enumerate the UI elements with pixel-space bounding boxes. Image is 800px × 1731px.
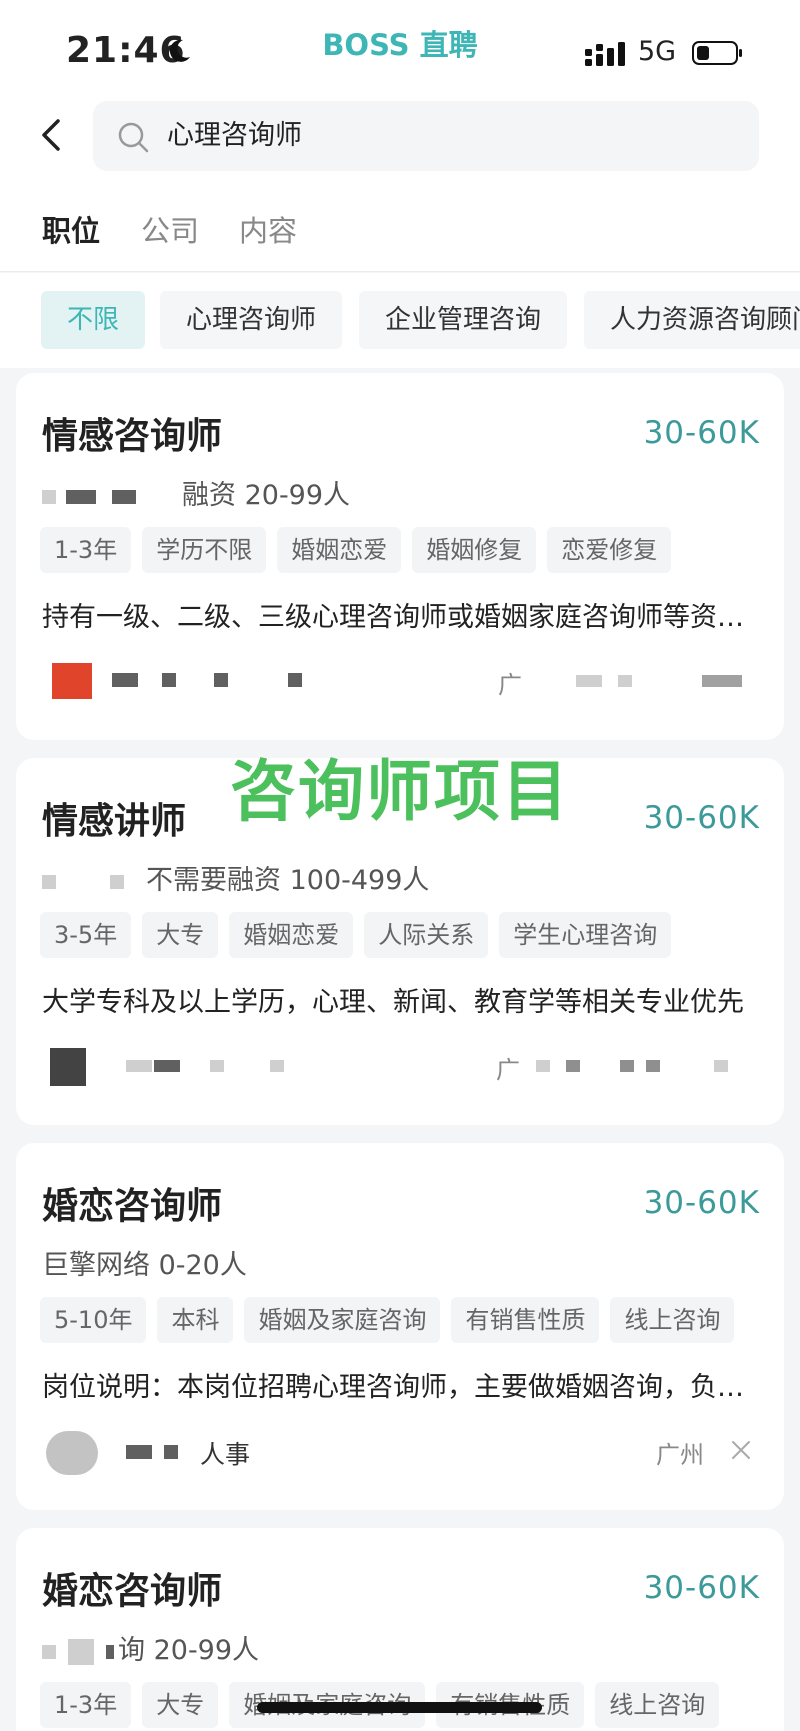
tab-jobs[interactable]: 职位 bbox=[42, 208, 100, 250]
job-tag: 有销售性质 bbox=[451, 1297, 600, 1343]
company-info: 融资 20-99人 bbox=[182, 480, 351, 511]
tab-content[interactable]: 内容 bbox=[239, 208, 297, 250]
job-tag: 婚姻恋爱 bbox=[277, 527, 402, 573]
redacted-block bbox=[110, 874, 124, 889]
redacted-block bbox=[536, 1060, 550, 1072]
redacted-block bbox=[646, 1060, 660, 1072]
job-tag: 1-3年 bbox=[40, 527, 132, 573]
redacted-block bbox=[162, 673, 176, 687]
job-tag: 恋爱修复 bbox=[547, 527, 672, 573]
job-description: 持有一级、二级、三级心理咨询师或婚姻家庭咨询师等资格证书 bbox=[42, 602, 762, 633]
recruiter-row: 广 bbox=[42, 663, 762, 703]
redacted-block bbox=[66, 489, 96, 504]
tab-companies[interactable]: 公司 bbox=[141, 208, 199, 250]
job-title: 婚恋咨询师 bbox=[42, 1571, 223, 1612]
redacted-block bbox=[42, 489, 56, 504]
job-tag: 人际关系 bbox=[364, 912, 489, 958]
redacted-block bbox=[576, 675, 602, 687]
job-tag: 大专 bbox=[142, 1682, 219, 1728]
job-location: 广 bbox=[498, 671, 522, 699]
job-salary: 30-60K bbox=[643, 415, 760, 451]
job-title: 情感咨询师 bbox=[42, 416, 223, 457]
battery-icon bbox=[692, 41, 742, 65]
job-company: 融资 20-99人 bbox=[42, 473, 350, 512]
avatar bbox=[46, 1431, 98, 1475]
recruiter-name: 人事 bbox=[200, 1440, 251, 1469]
job-title: 婚恋咨询师 bbox=[42, 1186, 223, 1227]
job-card[interactable]: 情感咨询师 30-60K 融资 20-99人 1-3年 学历不限 婚姻恋爱 婚姻修复恋… bbox=[16, 373, 784, 740]
job-tag: 1-3年 bbox=[40, 1682, 132, 1728]
job-tags: 5-10年 本科 婚姻及家庭咨询 有销售性质 线上咨询 bbox=[40, 1297, 745, 1343]
filter-chip-all[interactable]: 不限 bbox=[41, 291, 146, 349]
filter-chip-mgmt-consulting[interactable]: 企业管理咨询 bbox=[359, 291, 568, 349]
recruiter-row: 人事 广州 bbox=[42, 1431, 762, 1475]
brand-logo: BOSS 直聘 bbox=[322, 28, 478, 62]
company-info: 询 20-99人 bbox=[118, 1635, 260, 1666]
job-card[interactable]: 婚恋咨询师 30-60K 巨擎网络 0-20人 5-10年 本科 婚姻及家庭咨询 有销… bbox=[16, 1143, 784, 1510]
job-tag: 线上咨询 bbox=[595, 1682, 720, 1728]
filter-chip-psych-counselor[interactable]: 心理咨询师 bbox=[160, 291, 343, 349]
redacted-block bbox=[68, 1638, 94, 1665]
job-description: 岗位说明：本岗位招聘心理咨询师，主要做婚姻咨询，负责客户 bbox=[42, 1372, 762, 1403]
close-icon[interactable] bbox=[730, 1439, 752, 1461]
redacted-block bbox=[214, 673, 228, 687]
tab-bar: 职位 公司 内容 bbox=[0, 180, 800, 272]
job-tag: 婚姻修复 bbox=[412, 527, 537, 573]
job-description: 大学专科及以上学历，心理、新闻、教育学等相关专业优先 bbox=[42, 987, 744, 1018]
redacted-block bbox=[154, 1060, 180, 1072]
filter-chip-hr-consulting[interactable]: 人力资源咨询顾问 bbox=[584, 291, 800, 349]
avatar bbox=[52, 663, 92, 699]
search-icon bbox=[118, 122, 149, 153]
back-arrow-icon[interactable] bbox=[36, 115, 66, 155]
signal-icon bbox=[585, 42, 625, 66]
company-info: 不需要融资 100-499人 bbox=[146, 865, 430, 896]
job-card[interactable]: 婚恋咨询师 30-60K 询 20-99人 1-3年大专婚姻及家庭咨询有销售性质… bbox=[16, 1528, 784, 1731]
job-tags: 3-5年 大专 婚姻恋爱 人际关系 学生心理咨询 bbox=[40, 912, 682, 958]
redacted-block bbox=[42, 1644, 56, 1659]
job-tag: 本科 bbox=[157, 1297, 234, 1343]
redacted-block bbox=[164, 1445, 178, 1459]
redacted-block bbox=[714, 1060, 728, 1072]
search-input[interactable] bbox=[167, 101, 727, 171]
watermark-text: 咨询师项目 bbox=[230, 753, 570, 830]
search-box[interactable] bbox=[93, 101, 759, 171]
network-label: 5G bbox=[638, 36, 677, 67]
job-tag: 婚姻及家庭咨询 bbox=[244, 1297, 441, 1343]
redacted-block bbox=[112, 673, 138, 687]
redacted-block bbox=[566, 1060, 580, 1072]
job-tag: 学生心理咨询 bbox=[499, 912, 672, 958]
job-salary: 30-60K bbox=[643, 1570, 760, 1606]
redacted-block bbox=[702, 675, 742, 687]
job-tag: 学历不限 bbox=[142, 527, 267, 573]
job-tags: 1-3年 学历不限 婚姻恋爱 婚姻修复 恋爱修复 bbox=[40, 527, 682, 573]
search-bar bbox=[0, 95, 800, 180]
avatar bbox=[50, 1048, 86, 1086]
job-tag: 5-10年 bbox=[40, 1297, 147, 1343]
filter-bar: 不限 心理咨询师 企业管理咨询 人力资源咨询顾问 bbox=[0, 273, 800, 368]
job-tag: 婚姻恋爱 bbox=[229, 912, 354, 958]
redacted-block bbox=[288, 673, 302, 687]
redacted-block bbox=[126, 1445, 152, 1459]
job-tag: 3-5年 bbox=[40, 912, 132, 958]
job-location: 广州 bbox=[656, 1441, 704, 1469]
job-tag: 线上咨询 bbox=[610, 1297, 735, 1343]
job-location: 广 bbox=[496, 1056, 520, 1084]
status-bar: 21:46 BOSS 直聘 5G bbox=[0, 0, 800, 95]
redacted-block bbox=[618, 675, 632, 687]
redacted-block bbox=[210, 1060, 224, 1072]
job-company: 不需要融资 100-499人 bbox=[42, 858, 429, 897]
redacted-block bbox=[112, 489, 136, 504]
recruiter-row: 广 bbox=[42, 1048, 762, 1088]
job-salary: 30-60K bbox=[643, 1185, 760, 1221]
job-tag: 大专 bbox=[142, 912, 219, 958]
redacted-block bbox=[620, 1060, 634, 1072]
redacted-block bbox=[270, 1060, 284, 1072]
redacted-block bbox=[42, 874, 56, 889]
job-company: 巨擎网络 0-20人 bbox=[42, 1250, 247, 1281]
redacted-block bbox=[106, 1644, 114, 1659]
redacted-block bbox=[126, 1060, 152, 1072]
job-company: 询 20-99人 bbox=[42, 1628, 259, 1667]
home-indicator[interactable] bbox=[257, 1702, 542, 1713]
